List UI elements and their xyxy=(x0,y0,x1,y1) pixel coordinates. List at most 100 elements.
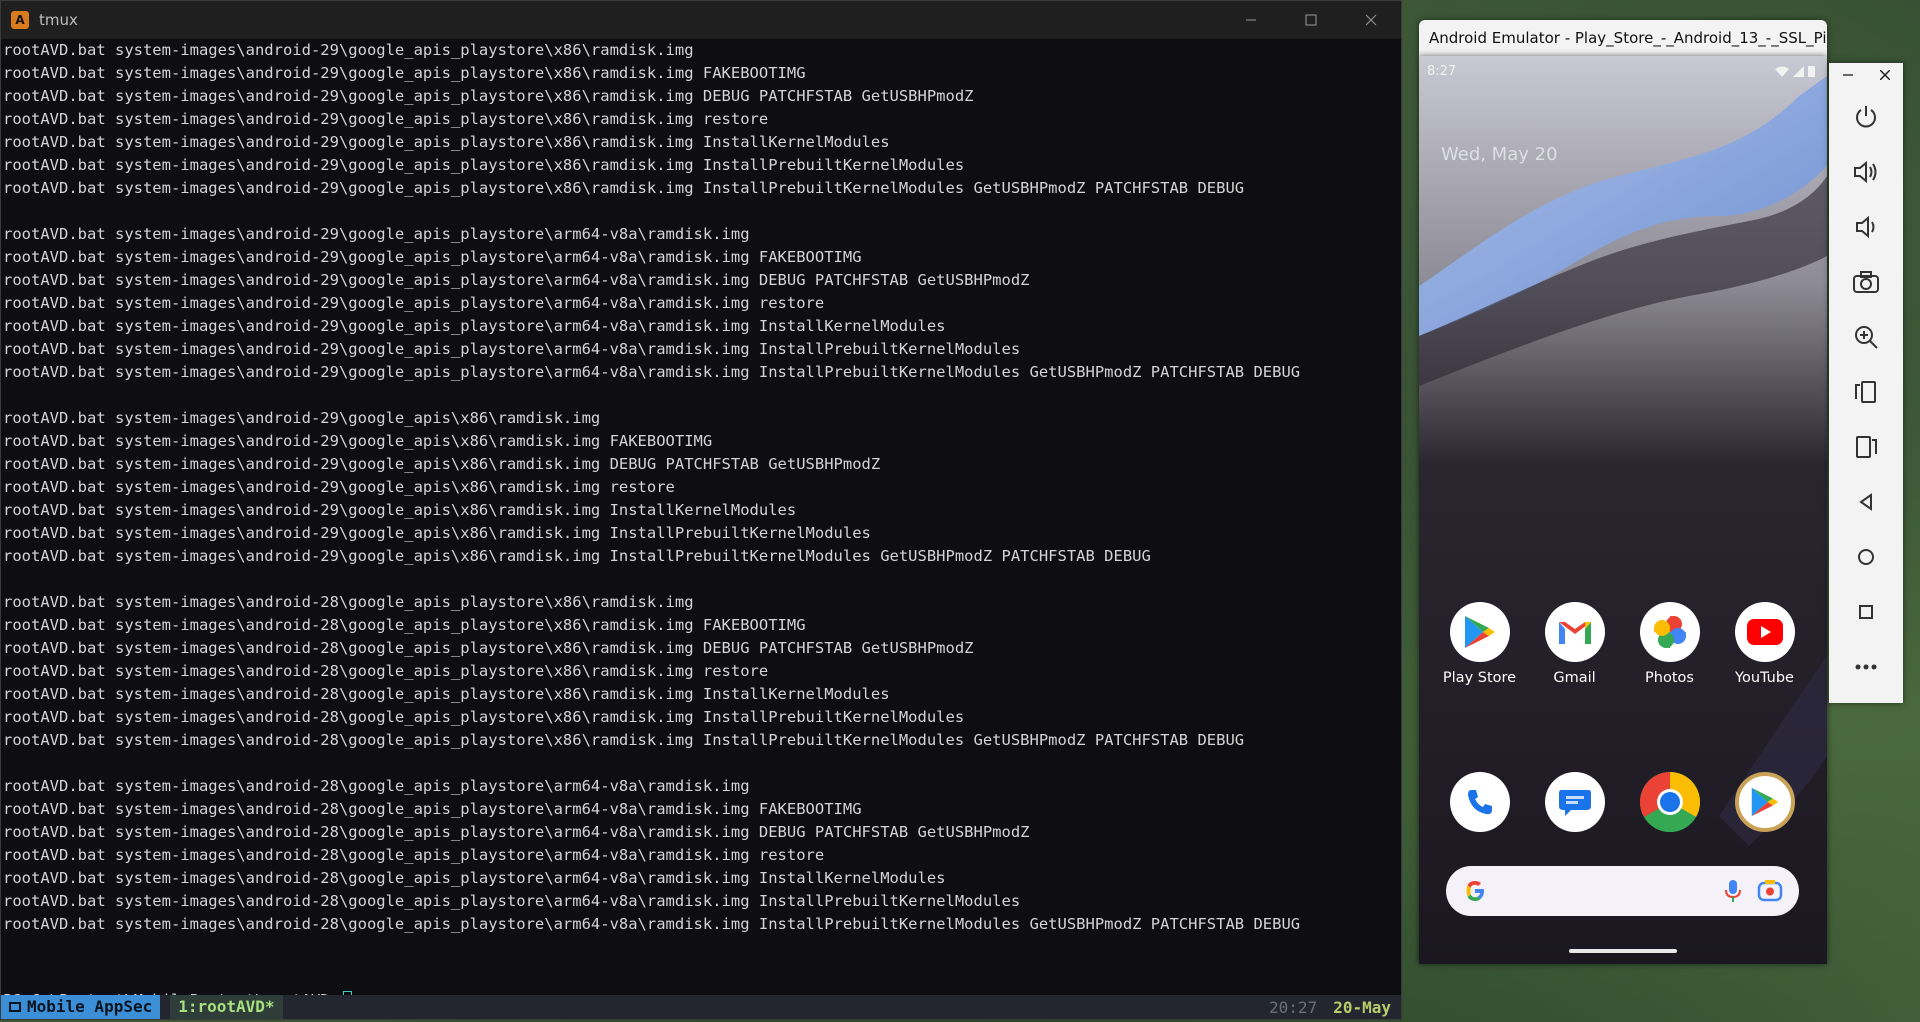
terminal-line: rootAVD.bat system-images\android-28\goo… xyxy=(3,800,862,818)
chrome-icon xyxy=(1639,772,1700,832)
gesture-nav-handle[interactable] xyxy=(1569,949,1677,953)
terminal-line: rootAVD.bat system-images\android-28\goo… xyxy=(3,915,1301,933)
terminal-line: rootAVD.bat system-images\android-29\goo… xyxy=(3,110,769,128)
close-icon xyxy=(1365,14,1377,26)
terminal-line: rootAVD.bat system-images\android-29\goo… xyxy=(3,363,1301,381)
overview-icon xyxy=(1859,604,1873,619)
terminal-output: rootAVD.bat system-images\android-29\goo… xyxy=(3,39,1401,936)
terminal-line: rootAVD.bat system-images\android-29\goo… xyxy=(3,64,806,82)
phone-screen[interactable]: 8:27 Wed, May 20 Play Store Gmail Photos… xyxy=(1419,56,1827,964)
terminal-line: rootAVD.bat system-images\android-29\goo… xyxy=(3,317,946,335)
phone-icon xyxy=(1467,790,1492,815)
terminal-line: rootAVD.bat system-images\android-29\goo… xyxy=(3,409,601,427)
terminal-line: rootAVD.bat system-images\android-29\goo… xyxy=(3,133,890,151)
power-icon xyxy=(1856,105,1876,127)
app-play-games[interactable] xyxy=(1717,772,1812,832)
google-g-icon xyxy=(1466,881,1484,901)
tmux-window-tab[interactable]: 1:rootAVD* xyxy=(170,995,283,1019)
terminal-line: rootAVD.bat system-images\android-28\goo… xyxy=(3,731,1245,749)
app-photos[interactable]: Photos xyxy=(1622,602,1717,686)
terminal-line: rootAVD.bat system-images\android-29\goo… xyxy=(3,455,881,473)
phone-statusbar: 8:27 xyxy=(1427,62,1815,80)
terminal-line: rootAVD.bat system-images\android-29\goo… xyxy=(3,156,965,174)
rotate-right-button[interactable] xyxy=(1829,419,1903,474)
terminal-line: rootAVD.bat system-images\android-29\goo… xyxy=(3,271,1030,289)
terminal-line: rootAVD.bat system-images\android-28\goo… xyxy=(3,662,769,680)
terminal-line: rootAVD.bat system-images\android-29\goo… xyxy=(3,432,713,450)
terminal-line: rootAVD.bat system-images\android-29\goo… xyxy=(3,547,1151,565)
battery-icon xyxy=(1808,66,1815,77)
app-chrome[interactable] xyxy=(1622,772,1717,832)
app-label: YouTube xyxy=(1735,670,1794,686)
volume-up-button[interactable] xyxy=(1829,144,1903,199)
camera-icon xyxy=(1853,270,1879,293)
microphone-icon[interactable] xyxy=(1725,879,1741,903)
zoom-icon xyxy=(1855,325,1878,349)
app-label: Photos xyxy=(1645,670,1694,686)
session-icon xyxy=(9,1002,21,1012)
overview-button[interactable] xyxy=(1829,584,1903,639)
terminal-line: rootAVD.bat system-images\android-29\goo… xyxy=(3,225,750,243)
terminal-body[interactable]: rootAVD.bat system-images\android-29\goo… xyxy=(1,39,1401,1019)
more-button[interactable] xyxy=(1829,639,1903,694)
terminal-line: rootAVD.bat system-images\android-28\goo… xyxy=(3,616,806,634)
more-icon xyxy=(1855,664,1877,669)
date-widget[interactable]: Wed, May 20 xyxy=(1441,144,1558,165)
play-store-icon xyxy=(1464,616,1495,648)
terminal-app-icon: A xyxy=(11,11,29,29)
power-button[interactable] xyxy=(1829,89,1903,144)
emulator-titlebar[interactable]: Android Emulator - Play_Store_-_Android_… xyxy=(1419,20,1827,56)
tmux-session[interactable]: Mobile AppSec xyxy=(1,995,161,1019)
terminal-titlebar[interactable]: A tmux xyxy=(1,1,1401,39)
volume-down-icon xyxy=(1856,215,1875,238)
emulator-title: Android Emulator - Play_Store_-_Android_… xyxy=(1429,29,1827,47)
terminal-line: rootAVD.bat system-images\android-29\goo… xyxy=(3,294,825,312)
emulator-minimize-button[interactable] xyxy=(1842,68,1853,84)
terminal-line: rootAVD.bat system-images\android-28\goo… xyxy=(3,823,1030,841)
home-button[interactable] xyxy=(1829,529,1903,584)
terminal-line: rootAVD.bat system-images\android-28\goo… xyxy=(3,869,946,887)
google-lens-icon[interactable] xyxy=(1757,879,1783,903)
back-icon xyxy=(1859,492,1872,511)
volume-up-icon xyxy=(1854,160,1877,183)
terminal-line: rootAVD.bat system-images\android-28\goo… xyxy=(3,777,750,795)
app-phone[interactable] xyxy=(1432,772,1527,832)
terminal-line: rootAVD.bat system-images\android-28\goo… xyxy=(3,846,825,864)
back-button[interactable] xyxy=(1829,474,1903,529)
volume-down-button[interactable] xyxy=(1829,199,1903,254)
emulator-close-button[interactable] xyxy=(1878,68,1891,84)
app-label: Gmail xyxy=(1553,670,1596,686)
terminal-line: rootAVD.bat system-images\android-29\goo… xyxy=(3,340,1021,358)
emulator-toolbar xyxy=(1829,63,1903,703)
terminal-title: tmux xyxy=(39,11,78,29)
minimize-icon xyxy=(1842,74,1853,76)
terminal-line: rootAVD.bat system-images\android-28\goo… xyxy=(3,892,1021,910)
rotate-left-button[interactable] xyxy=(1829,364,1903,419)
app-youtube[interactable]: YouTube xyxy=(1717,602,1812,686)
close-button[interactable] xyxy=(1341,1,1401,39)
maximize-icon xyxy=(1305,14,1317,26)
terminal-line: rootAVD.bat system-images\android-29\goo… xyxy=(3,87,974,105)
minimize-button[interactable] xyxy=(1221,1,1281,39)
terminal-line: rootAVD.bat system-images\android-28\goo… xyxy=(3,685,890,703)
terminal-line: rootAVD.bat system-images\android-29\goo… xyxy=(3,478,675,496)
maximize-button[interactable] xyxy=(1281,1,1341,39)
terminal-line: rootAVD.bat system-images\android-29\goo… xyxy=(3,501,797,519)
home-icon xyxy=(1858,548,1874,565)
wifi-icon xyxy=(1775,66,1789,77)
app-messages[interactable] xyxy=(1527,772,1622,832)
screenshot-button[interactable] xyxy=(1829,254,1903,309)
app-play-store[interactable]: Play Store xyxy=(1432,602,1527,686)
close-icon xyxy=(1878,69,1891,81)
zoom-button[interactable] xyxy=(1829,309,1903,364)
youtube-icon xyxy=(1746,619,1783,645)
signal-icon xyxy=(1793,65,1804,77)
app-label: Play Store xyxy=(1442,670,1517,686)
terminal-line: rootAVD.bat system-images\android-28\goo… xyxy=(3,708,965,726)
status-time: 20:27 xyxy=(1269,997,1318,1017)
app-gmail[interactable]: Gmail xyxy=(1527,602,1622,686)
terminal-line: rootAVD.bat system-images\android-28\goo… xyxy=(3,593,694,611)
google-search-bar[interactable] xyxy=(1446,866,1799,916)
